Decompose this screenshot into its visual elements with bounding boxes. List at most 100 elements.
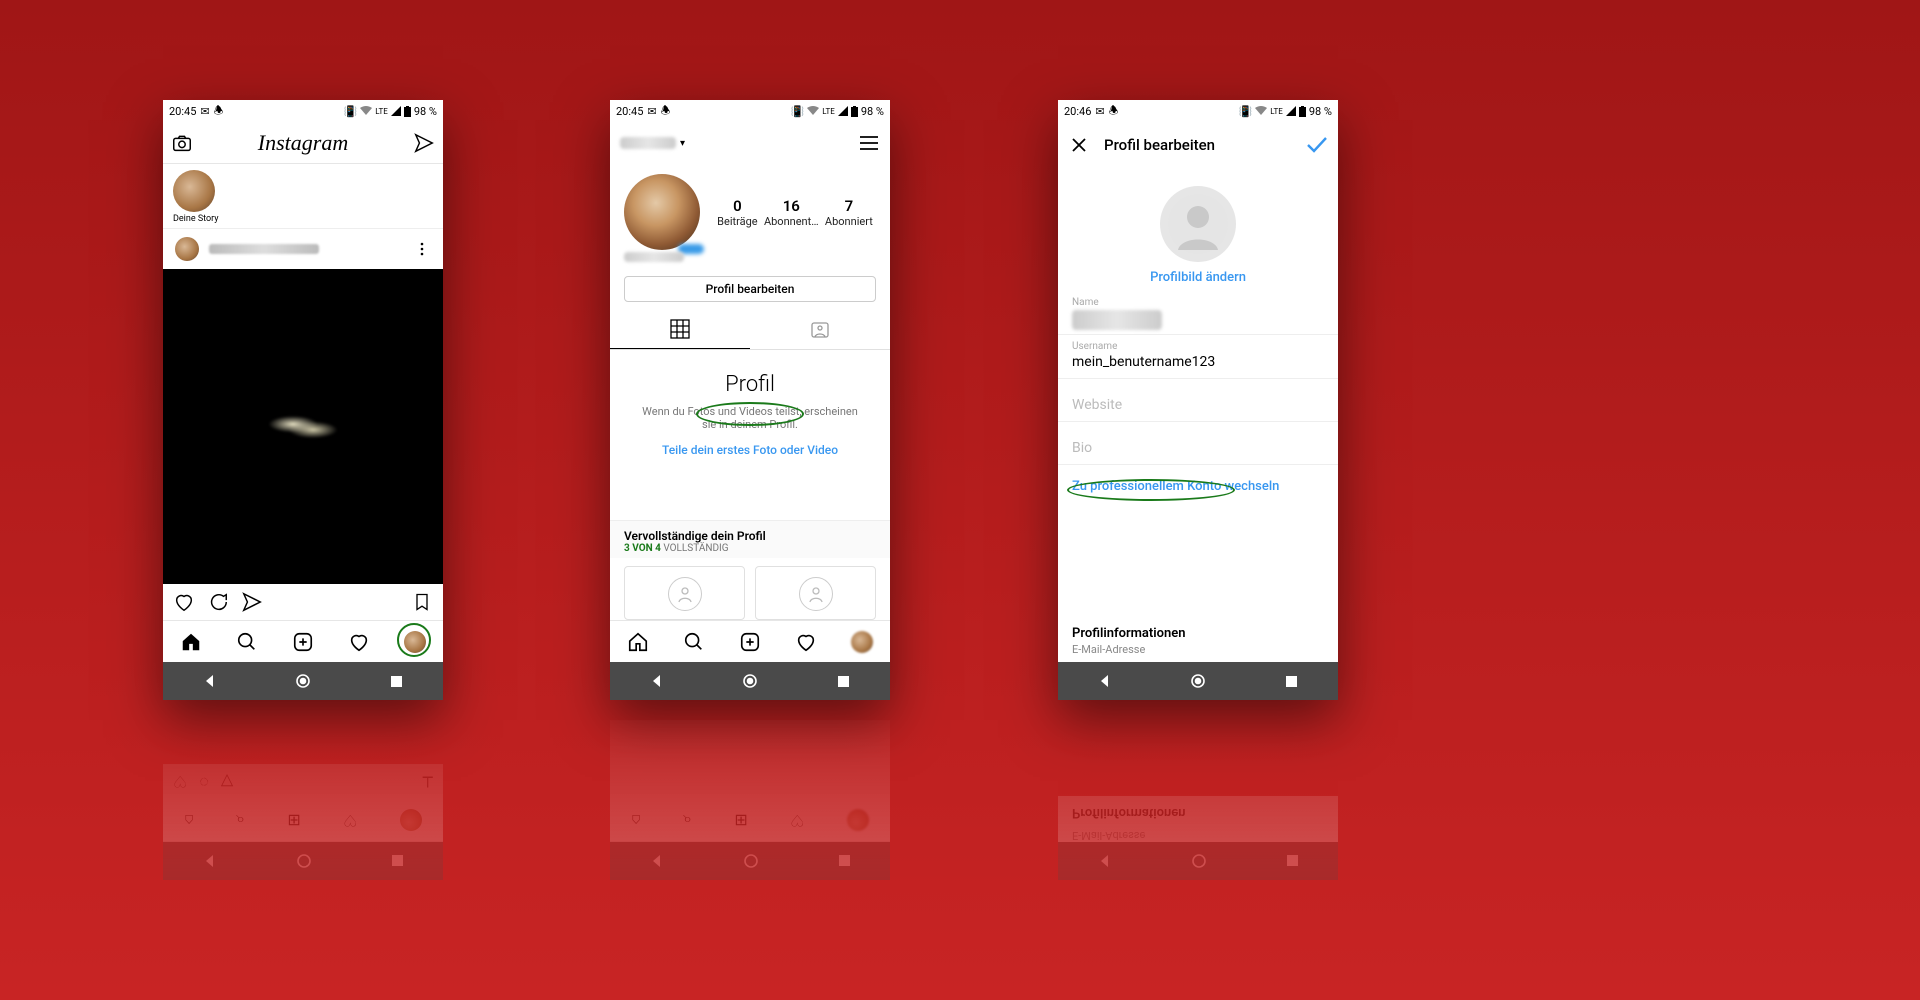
profile-avatar[interactable] <box>624 174 700 250</box>
android-nav <box>163 662 443 700</box>
profile-displayname-blurred <box>624 252 684 262</box>
profile-empty-state: Profil Wenn du Fotos und Videos teilst, … <box>610 350 890 520</box>
nav-add-icon[interactable] <box>739 631 761 653</box>
status-time: 20:45 <box>616 105 643 118</box>
nav-search-icon[interactable] <box>683 631 705 653</box>
share-icon[interactable] <box>241 591 263 613</box>
profile-username-blurred[interactable] <box>620 137 676 149</box>
android-nav <box>610 662 890 700</box>
complete-card[interactable] <box>755 566 876 620</box>
android-recent-icon[interactable] <box>1282 672 1300 690</box>
chevron-down-icon[interactable]: ▾ <box>680 138 685 149</box>
android-back-icon[interactable] <box>201 672 219 690</box>
post-author-avatar[interactable] <box>173 235 201 263</box>
post-image[interactable] <box>163 269 443 584</box>
edit-profile-button[interactable]: Profil bearbeiten <box>624 276 876 302</box>
mail-icon: ✉ <box>647 105 656 118</box>
field-website-placeholder: Website <box>1072 397 1324 417</box>
complete-title: Vervollständige dein Profil <box>624 529 876 543</box>
tab-grid[interactable] <box>610 310 750 349</box>
signal-icon <box>838 106 848 116</box>
android-back-icon[interactable] <box>648 672 666 690</box>
reflection: E-Mail-Adresse Profilinformationen <box>1058 700 1338 880</box>
feed-top-bar: Instagram <box>163 122 443 164</box>
change-photo-link[interactable]: Profilbild ändern <box>1058 270 1338 285</box>
nav-profile-avatar[interactable] <box>404 631 426 653</box>
android-recent-icon[interactable] <box>387 672 405 690</box>
field-bio[interactable]: Bio <box>1058 434 1338 465</box>
battery-pct: 98 % <box>861 105 884 118</box>
post-actions <box>163 584 443 620</box>
nav-search-icon[interactable] <box>236 631 258 653</box>
stat-followers[interactable]: 16 Abonnent… <box>764 197 819 228</box>
nav-home-icon[interactable] <box>627 631 649 653</box>
field-username-label: Username <box>1072 341 1324 352</box>
battery-icon <box>1299 106 1306 117</box>
wifi-icon <box>807 106 819 116</box>
android-home-icon[interactable] <box>741 672 759 690</box>
phone-edit-profile: 20:46 ✉ 🕭 📳 LTE 98 % Profil bearbeiten P… <box>1058 100 1338 700</box>
camera-icon[interactable] <box>171 132 193 154</box>
field-name[interactable]: Name <box>1058 291 1338 335</box>
edit-profile-top-bar: Profil bearbeiten <box>1058 122 1338 168</box>
signal-icon <box>391 106 401 116</box>
profile-tabs <box>610 310 890 350</box>
post-more-icon[interactable] <box>411 238 433 260</box>
profile-info-email-label[interactable]: E-Mail-Adresse <box>1058 643 1338 662</box>
comment-icon[interactable] <box>207 591 229 613</box>
your-story-avatar[interactable] <box>173 170 215 212</box>
nav-home-icon[interactable] <box>180 631 202 653</box>
close-icon[interactable] <box>1068 134 1090 156</box>
empty-share-link[interactable]: Teile dein erstes Foto oder Video <box>610 443 890 457</box>
battery-icon <box>404 106 411 117</box>
profile-name-area <box>610 250 890 272</box>
field-website[interactable]: Website <box>1058 391 1338 422</box>
complete-sub: 3 VON 4 VOLLSTÄNDIG <box>624 543 876 554</box>
ig-bottom-nav <box>163 620 443 662</box>
menu-icon[interactable] <box>858 132 880 154</box>
send-dm-icon[interactable] <box>413 132 435 154</box>
android-home-icon[interactable] <box>294 672 312 690</box>
complete-card[interactable] <box>624 566 745 620</box>
nav-add-icon[interactable] <box>292 631 314 653</box>
android-home-icon[interactable] <box>1189 672 1207 690</box>
mute-icon: 🕭 <box>661 102 671 121</box>
profile-stats: 0 Beiträge 16 Abonnent… 7 Abonniert <box>714 197 876 228</box>
android-recent-icon[interactable] <box>834 672 852 690</box>
nav-profile-avatar[interactable] <box>851 631 873 653</box>
nav-activity-icon[interactable] <box>795 631 817 653</box>
mute-icon: 🕭 <box>1109 102 1119 121</box>
switch-pro-link[interactable]: Zu professionellem Konto wechseln <box>1058 465 1338 508</box>
status-time: 20:46 <box>1064 105 1091 118</box>
profile-photo-placeholder[interactable] <box>1160 186 1236 262</box>
status-bar: 20:45 ✉ 🕭 📳 LTE 98 % <box>163 100 443 122</box>
status-bar: 20:46 ✉ 🕭 📳 LTE 98 % <box>1058 100 1338 122</box>
avatar-placeholder-icon <box>799 577 833 611</box>
stat-following[interactable]: 7 Abonniert <box>825 197 873 228</box>
confirm-check-icon[interactable] <box>1306 134 1328 156</box>
nav-activity-icon[interactable] <box>348 631 370 653</box>
stat-followers-count: 16 <box>764 197 819 215</box>
net-label: LTE <box>375 107 388 116</box>
tab-tagged[interactable] <box>750 310 890 349</box>
stat-posts[interactable]: 0 Beiträge <box>717 197 757 228</box>
field-bio-placeholder: Bio <box>1072 440 1324 460</box>
stat-following-label: Abonniert <box>825 215 873 228</box>
android-back-icon[interactable] <box>1096 672 1114 690</box>
like-icon[interactable] <box>173 591 195 613</box>
wifi-icon <box>360 106 372 116</box>
instagram-logo: Instagram <box>258 130 348 156</box>
status-time: 20:45 <box>169 105 196 118</box>
bookmark-icon[interactable] <box>411 591 433 613</box>
post-image-content <box>253 399 353 455</box>
battery-pct: 98 % <box>1309 105 1332 118</box>
android-nav <box>1058 662 1338 700</box>
battery-icon <box>851 106 858 117</box>
signal-icon <box>1286 106 1296 116</box>
vibrate-icon: 📳 <box>791 105 805 118</box>
vibrate-icon: 📳 <box>344 105 358 118</box>
field-username[interactable]: Username mein_benutername123 <box>1058 335 1338 379</box>
ig-bottom-nav <box>610 620 890 662</box>
reflection: ⌂⌕⊞♡ ♡◌▽⟂ <box>163 700 443 880</box>
empty-title: Profil <box>610 372 890 397</box>
